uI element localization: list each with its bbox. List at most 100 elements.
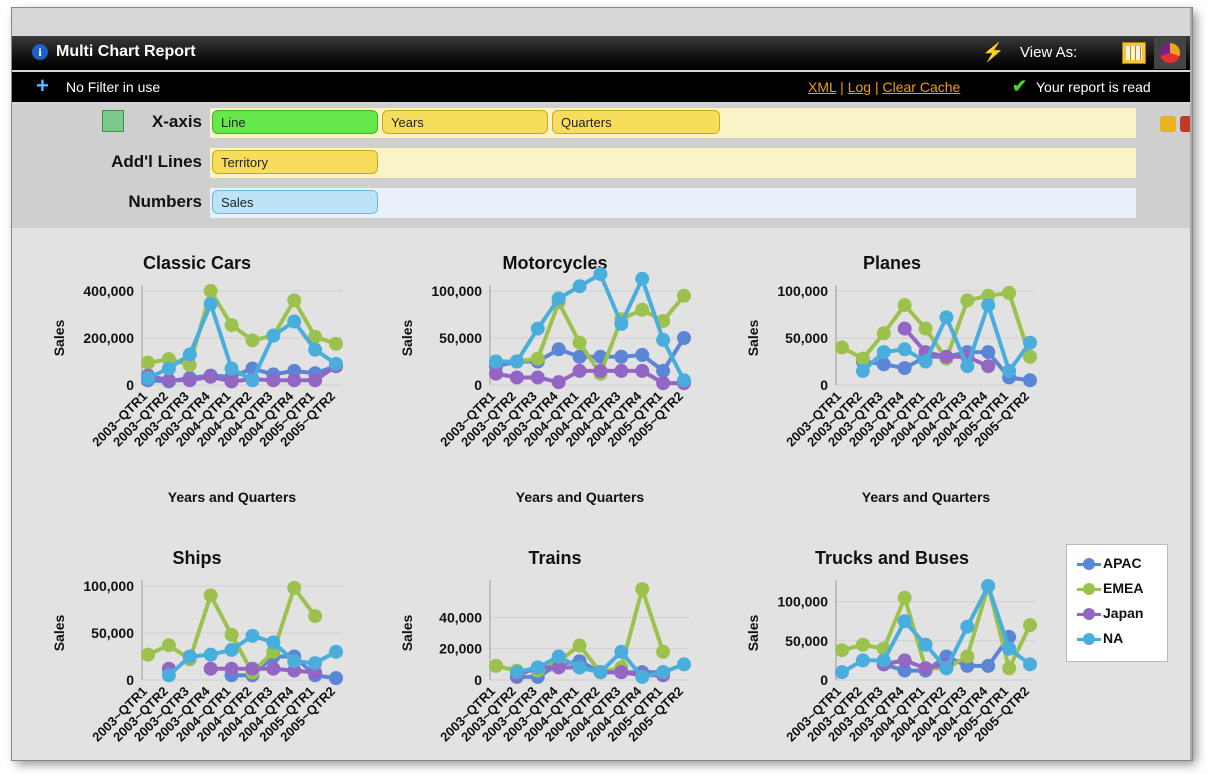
data-point-emea [677,288,691,303]
data-point-na [855,653,870,668]
add-filter-icon[interactable]: + [36,75,49,97]
refresh-bolt-icon[interactable]: ⚡ [982,42,1004,63]
data-point-na [614,644,629,659]
data-point-japan [203,369,218,384]
numbers-shelf[interactable]: Sales [210,188,1136,218]
data-point-na [141,370,155,385]
y-tick-label: 40,000 [439,609,482,625]
data-point-na [918,354,933,369]
chart-5: Trucks and Buses050,000100,000Sales2003~… [745,548,1037,744]
toolbar-links: XML | Log | Clear Cache [808,79,960,95]
clear-cache-link[interactable]: Clear Cache [882,79,960,95]
link-separator: | [871,79,883,95]
xaxis-shelf[interactable]: Line Years Quarters [210,108,1136,138]
xaxis-pill-years[interactable]: Years [382,110,548,134]
chart-0: Classic Cars0200,000400,000Sales2003~QTR… [51,253,343,505]
scrollbar[interactable] [1190,8,1192,760]
data-point-na [182,347,197,362]
data-point-emea [203,284,218,298]
data-point-emea [287,293,302,308]
y-tick-label: 50,000 [785,633,828,649]
data-point-na [266,635,281,650]
data-point-na [635,271,650,286]
series-line-na [147,301,338,383]
charts-svg: Classic Cars0200,000400,000Sales2003~QTR… [51,253,1037,744]
chart-view-icon[interactable] [1154,37,1186,69]
data-point-na [876,345,891,360]
xaxis-pill-quarters[interactable]: Quarters [552,110,720,134]
data-point-japan [489,366,503,381]
legend-item-na: NA [1077,630,1123,646]
data-point-na [855,363,870,378]
data-point-na [1023,335,1037,350]
chart-title: Trucks and Buses [815,548,969,568]
data-point-na [939,310,954,325]
shelves-panel: X-axis Line Years Quarters Add'l Lines T… [12,104,1192,228]
data-point-emea [489,658,503,673]
data-point-emea [203,588,218,603]
data-point-emea [1002,285,1017,300]
y-axis-label: Sales [399,319,415,356]
data-point-apac [981,345,996,360]
data-point-na [572,660,587,675]
data-point-japan [897,653,912,668]
y-tick-label: 0 [474,672,482,688]
filter-status: No Filter in use [66,79,161,95]
data-point-emea [530,351,545,366]
y-tick-label: 100,000 [777,594,828,610]
y-tick-label: 0 [126,672,134,688]
data-point-apac [656,363,671,378]
info-icon[interactable]: i [32,44,48,60]
data-point-emea [918,321,933,336]
x-axis-label: Years and Quarters [168,489,297,505]
data-point-na [656,332,671,347]
data-point-apac [1023,373,1037,388]
data-point-na [1023,657,1037,672]
data-point-emea [835,340,849,355]
xaxis-pill-line[interactable]: Line [212,110,378,134]
data-point-na [981,298,996,313]
y-tick-label: 0 [474,377,482,393]
help-icon[interactable] [1160,116,1176,132]
y-tick-label: 20,000 [439,641,482,657]
legend-swatch [1077,608,1101,621]
log-link[interactable]: Log [848,79,871,95]
data-point-japan [308,373,323,388]
data-point-japan [266,373,281,388]
data-point-emea [224,318,239,333]
data-point-japan [939,349,954,364]
chart-title: Motorcycles [502,253,607,273]
y-axis-label: Sales [745,614,761,651]
chart-title: Classic Cars [143,253,251,273]
chart-title: Planes [863,253,921,273]
data-point-na [245,628,260,643]
data-point-na [287,314,302,329]
data-point-japan [918,661,933,676]
lines-shelf[interactable]: Territory [210,148,1136,178]
data-point-na [203,296,218,311]
data-point-emea [161,638,176,653]
table-view-icon[interactable] [1122,42,1146,64]
data-point-na [161,668,176,683]
legend-swatch [1077,633,1101,646]
data-point-emea [287,580,302,595]
data-point-na [489,354,503,369]
data-point-na [1002,363,1017,378]
data-point-japan [266,661,281,676]
data-point-na [572,279,587,294]
data-point-na [635,669,650,684]
data-point-emea [141,355,155,370]
data-point-emea [897,590,912,605]
data-point-emea [572,335,587,350]
data-point-na [224,642,239,657]
series-line-emea [496,294,686,376]
xml-link[interactable]: XML [808,79,836,95]
lines-pill-territory[interactable]: Territory [212,150,378,174]
numbers-pill-sales[interactable]: Sales [212,190,378,214]
y-tick-label: 50,000 [91,625,134,641]
data-point-na [960,619,975,634]
data-point-japan [509,370,524,385]
charts-area: Classic Cars 0 200,000 400,000 Sales 2003~QTR… [12,228,1192,760]
chart-2: Planes050,000100,000Sales2003~QTR12003~Q… [745,253,1037,505]
series-line-apac [495,336,686,373]
